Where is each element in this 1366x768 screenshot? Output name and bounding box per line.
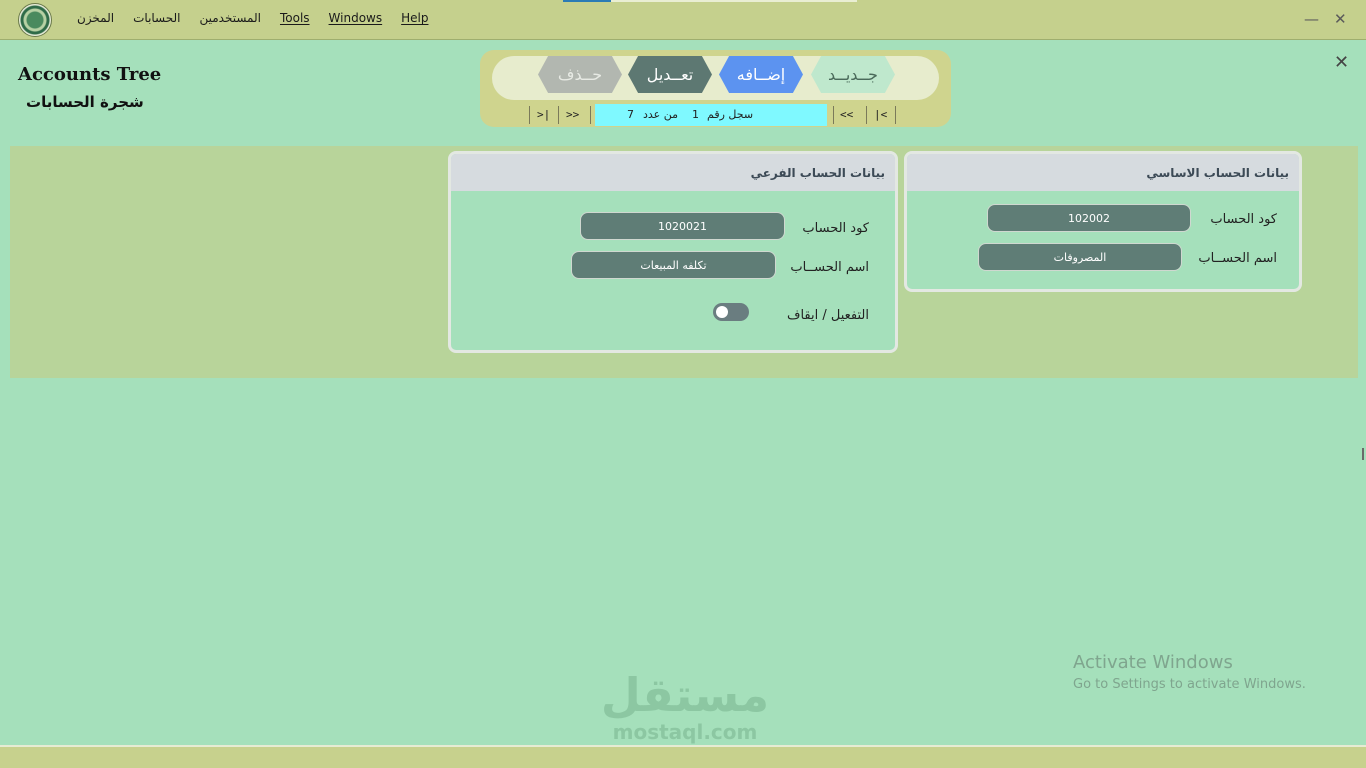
nav-next-button[interactable]: >> xyxy=(566,108,579,121)
page-title-arabic: شجرة الحسابات xyxy=(26,93,144,111)
menu-item-warehouse[interactable]: المخزن xyxy=(77,11,114,25)
main-account-title: بيانات الحساب الاساسي xyxy=(1146,166,1289,180)
menu-item-help[interactable]: Help xyxy=(401,11,428,25)
sub-account-title: بيانات الحساب الفرعي xyxy=(750,166,885,180)
window-close-icon[interactable]: ✕ xyxy=(1334,10,1347,28)
main-menu: المخزن الحسابات المستخدمين Tools Windows… xyxy=(77,11,447,25)
record-indicator: 7 من عدد 1 سجل رقم xyxy=(595,104,827,126)
nav-separator xyxy=(895,106,896,124)
minimize-icon[interactable]: — xyxy=(1304,10,1319,28)
active-toggle[interactable] xyxy=(713,303,749,321)
sub-name-field[interactable]: تكلفه المبيعات xyxy=(571,251,776,279)
title-accent xyxy=(563,0,611,2)
watermark-english: mostaql.com xyxy=(612,720,758,744)
activate-windows-title: Activate Windows xyxy=(1073,652,1233,673)
nav-prev-button[interactable]: << xyxy=(840,108,853,121)
record-count: 7 xyxy=(627,108,634,121)
menu-bar: المخزن الحسابات المستخدمين Tools Windows… xyxy=(0,0,1366,40)
toggle-knob xyxy=(716,306,728,318)
nav-separator xyxy=(833,106,834,124)
nav-first-button[interactable]: |< xyxy=(874,108,887,121)
sub-code-label: كود الحساب xyxy=(802,221,869,236)
page-title: Accounts Tree xyxy=(18,64,162,85)
menu-item-accounts[interactable]: الحسابات xyxy=(133,11,180,25)
form-close-icon[interactable]: ✕ xyxy=(1334,52,1349,73)
main-code-field[interactable]: 102002 xyxy=(987,204,1191,232)
nav-separator xyxy=(590,106,591,124)
record-label: سجل رقم xyxy=(707,108,754,121)
watermark-arabic: مستقل xyxy=(600,668,770,722)
nav-last-button[interactable]: >| xyxy=(537,108,550,121)
app-logo-icon xyxy=(18,3,52,37)
watermark-logo: مستقل mostaql.com xyxy=(600,668,770,742)
main-name-field[interactable]: المصروفات xyxy=(978,243,1182,271)
activate-windows-subtitle: Go to Settings to activate Windows. xyxy=(1073,677,1306,692)
menu-item-users[interactable]: المستخدمين xyxy=(200,11,261,25)
main-code-label: كود الحساب xyxy=(1210,212,1277,227)
main-name-label: اسم الحســاب xyxy=(1198,251,1277,266)
nav-separator xyxy=(558,106,559,124)
active-toggle-label: التفعيل / ايقاف xyxy=(787,308,869,323)
main-account-panel: بيانات الحساب الاساسي كود الحساب 102002 … xyxy=(904,151,1302,292)
sub-account-panel-header: بيانات الحساب الفرعي xyxy=(451,154,895,191)
new-button[interactable]: جــديــد xyxy=(811,56,895,93)
nav-separator xyxy=(529,106,530,124)
sub-name-label: اسم الحســاب xyxy=(790,260,869,275)
status-bar xyxy=(0,745,1366,768)
main-account-panel-header: بيانات الحساب الاساسي xyxy=(907,154,1299,191)
menu-item-tools[interactable]: Tools xyxy=(280,11,310,25)
sub-code-field[interactable]: 1020021 xyxy=(580,212,785,240)
title-accent-light xyxy=(611,0,857,2)
sub-account-panel: بيانات الحساب الفرعي كود الحساب 1020021 … xyxy=(448,151,898,353)
record-number: 1 xyxy=(692,108,699,121)
menu-item-windows[interactable]: Windows xyxy=(329,11,383,25)
record-of-label: من عدد xyxy=(643,108,678,121)
nav-separator xyxy=(866,106,867,124)
delete-button[interactable]: حــذف xyxy=(538,56,622,93)
add-button[interactable]: إضــافه xyxy=(719,56,803,93)
edit-button[interactable]: تعــديل xyxy=(628,56,712,93)
resize-handle[interactable] xyxy=(1362,448,1364,460)
